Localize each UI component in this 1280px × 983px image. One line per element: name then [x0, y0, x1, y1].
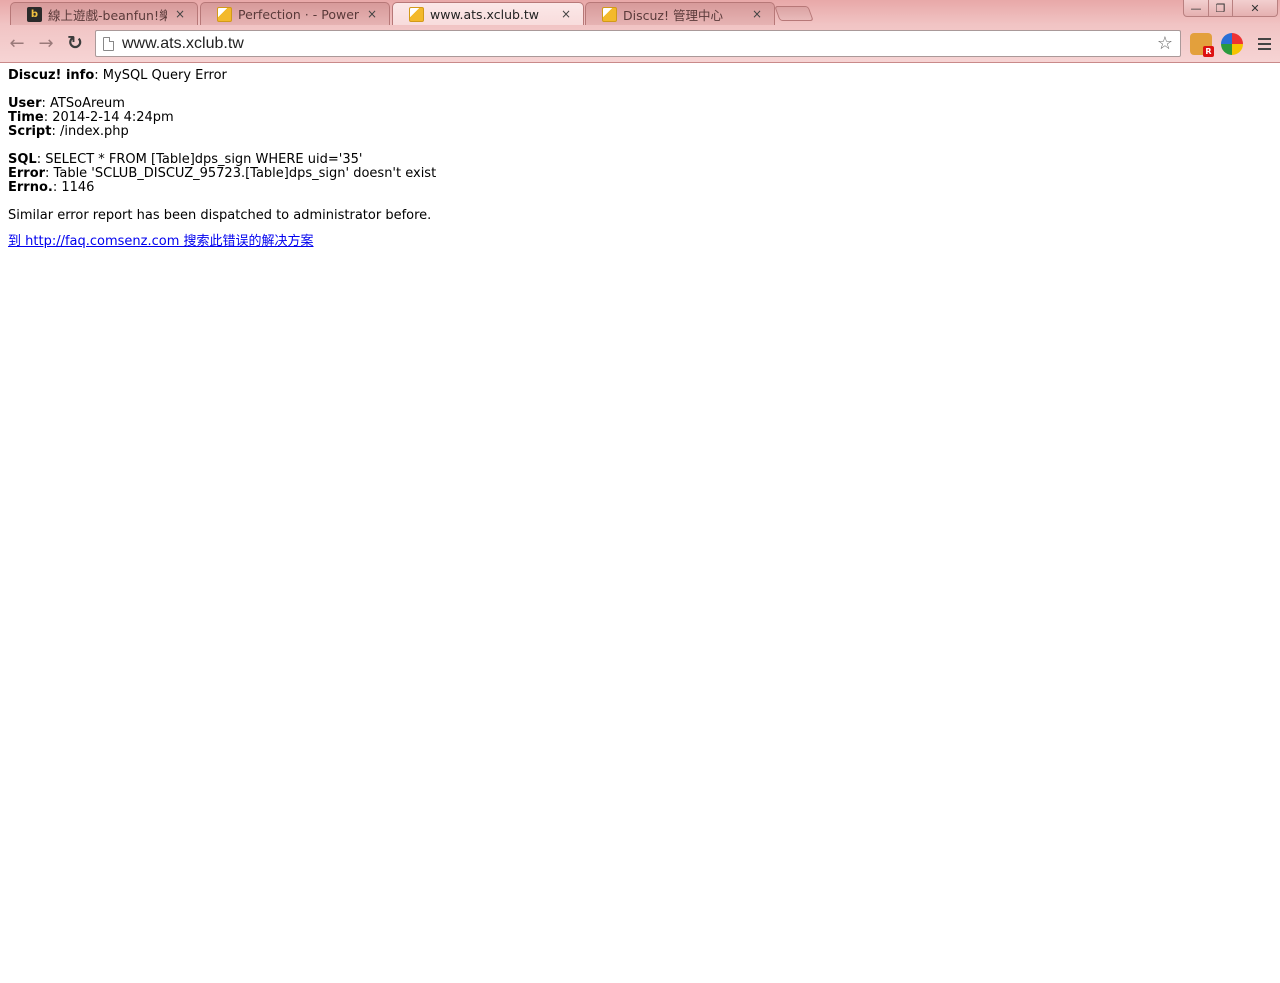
script-value: : /index.php — [51, 124, 129, 139]
time-label: Time — [8, 110, 44, 125]
info-label: Discuz! info — [8, 68, 95, 83]
menu-icon[interactable] — [1254, 33, 1274, 55]
time-line: Time: 2014-2-14 4:24pm — [8, 111, 1268, 125]
user-value: : ATSoAreum — [41, 96, 125, 111]
beanfun-icon: b — [27, 6, 42, 22]
tab-close-icon[interactable]: × — [559, 7, 573, 21]
tab-beanfun[interactable]: b 線上遊戲-beanfun!樂豆 × — [10, 2, 198, 25]
tampermonkey-icon[interactable]: R — [1190, 33, 1214, 57]
error-page: Discuz! info: MySQL Query Error User: AT… — [8, 69, 1268, 249]
bookmark-star-icon[interactable]: ☆ — [1154, 33, 1176, 54]
time-value: : 2014-2-14 4:24pm — [43, 110, 174, 125]
sql-value: : SELECT * FROM [Table]dps_sign WHERE ui… — [36, 152, 363, 167]
tab-close-icon[interactable]: × — [173, 7, 187, 21]
tab-discuz-admin[interactable]: Discuz! 管理中心 × — [585, 2, 775, 25]
chrome-extension-icon[interactable] — [1221, 33, 1243, 55]
tab-close-icon[interactable]: × — [365, 7, 379, 21]
address-bar[interactable]: www.ats.xclub.tw ☆ — [95, 30, 1181, 57]
discuz-icon — [409, 6, 424, 22]
back-arrow-icon[interactable]: ← — [5, 31, 29, 55]
tab-perfection[interactable]: Perfection · - Powered b × — [200, 2, 390, 25]
forward-arrow-icon[interactable]: → — [34, 31, 58, 55]
tab-title: 線上遊戲-beanfun!樂豆 — [48, 7, 167, 23]
discuz-icon — [217, 6, 232, 22]
browser-chrome: b 線上遊戲-beanfun!樂豆 × Perfection · - Power… — [0, 0, 1280, 63]
new-tab-button[interactable] — [774, 6, 814, 21]
minimize-button[interactable]: — — [1183, 0, 1209, 17]
faq-link[interactable]: 到 http://faq.comsenz.com 搜索此错误的解决方案 — [8, 234, 314, 249]
url-text[interactable]: www.ats.xclub.tw — [122, 35, 1154, 53]
script-label: Script — [8, 124, 52, 139]
tab-close-icon[interactable]: × — [750, 7, 764, 21]
maximize-button[interactable]: ❐ — [1208, 0, 1233, 17]
tab-strip: b 線上遊戲-beanfun!樂豆 × Perfection · - Power… — [0, 0, 1280, 25]
discuz-icon — [602, 6, 617, 22]
reload-icon[interactable]: ↻ — [63, 31, 87, 55]
close-window-button[interactable]: ✕ — [1232, 0, 1278, 17]
info-line: Discuz! info: MySQL Query Error — [8, 69, 1268, 83]
errno-label: Errno. — [8, 180, 53, 195]
tab-title: Discuz! 管理中心 — [623, 7, 723, 23]
error-label: Error — [8, 166, 46, 181]
sql-line: SQL: SELECT * FROM [Table]dps_sign WHERE… — [8, 153, 1268, 167]
sql-label: SQL — [8, 152, 37, 167]
error-line: Error: Table 'SCLUB_DISCUZ_95723.[Table]… — [8, 167, 1268, 181]
extension-badge: R — [1203, 46, 1214, 57]
tab-title: Perfection · - Powered b — [238, 6, 359, 22]
info-value: : MySQL Query Error — [94, 68, 227, 83]
script-line: Script: /index.php — [8, 125, 1268, 139]
user-line: User: ATSoAreum — [8, 97, 1268, 111]
errno-line: Errno.: 1146 — [8, 181, 1268, 195]
error-value: : Table 'SCLUB_DISCUZ_95723.[Table]dps_s… — [45, 166, 437, 181]
notice-text: Similar error report has been dispatched… — [8, 208, 432, 223]
tab-ats-xclub[interactable]: www.ats.xclub.tw × — [392, 2, 584, 25]
tab-title: www.ats.xclub.tw — [430, 6, 540, 22]
page-icon — [103, 36, 114, 51]
browser-toolbar: ← → ↻ www.ats.xclub.tw ☆ R — [0, 25, 1280, 63]
user-label: User — [8, 96, 42, 111]
errno-value: : 1146 — [52, 180, 95, 195]
